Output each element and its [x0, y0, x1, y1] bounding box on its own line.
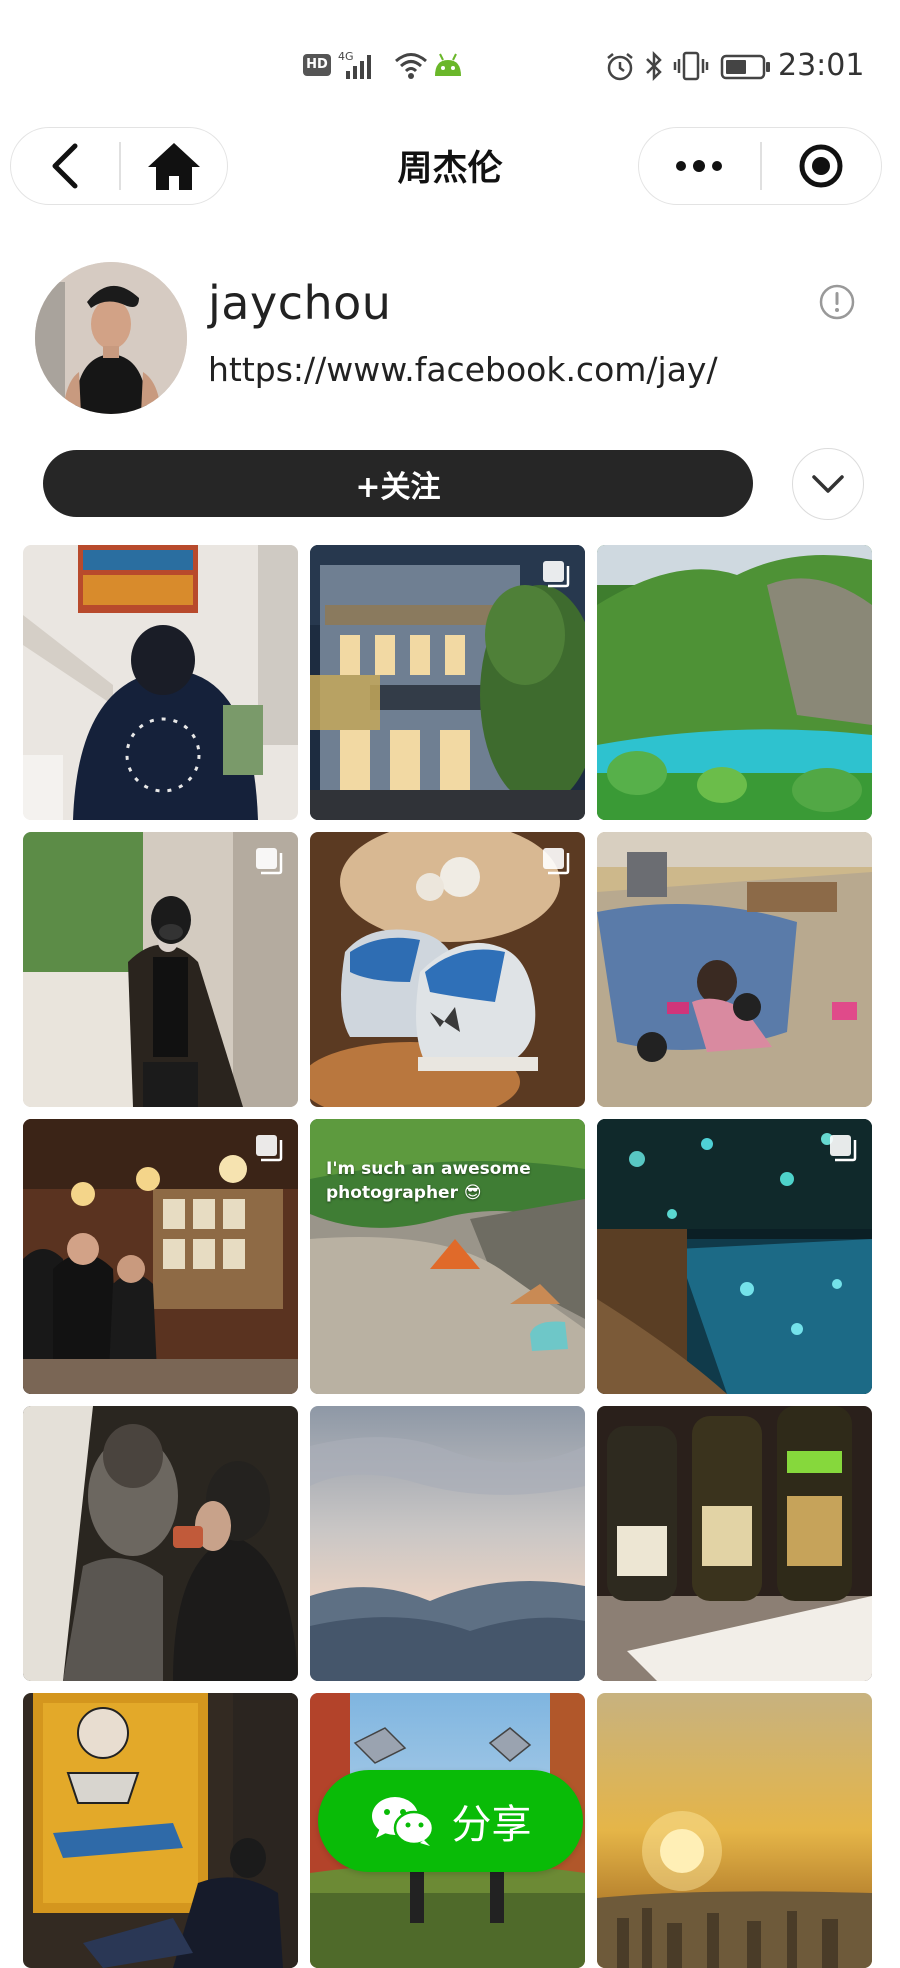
chevron-down-icon — [812, 475, 844, 493]
multiple-photos-icon — [541, 846, 571, 876]
alarm-icon — [605, 52, 635, 86]
ellipsis-icon — [676, 160, 722, 172]
expand-profile-button[interactable] — [792, 448, 864, 520]
signal-icon: 4G — [336, 50, 390, 84]
share-button[interactable]: 分享 — [318, 1770, 583, 1872]
clock: 23:01 — [778, 48, 865, 83]
photo-tile[interactable] — [23, 1406, 298, 1681]
photo-tile[interactable] — [597, 832, 872, 1107]
photo-caption: I'm such an awesome photographer 😎 — [326, 1159, 531, 1203]
bluetooth-icon — [643, 50, 665, 86]
nav-capsule-right — [638, 127, 882, 205]
photo-tile[interactable] — [23, 1693, 298, 1968]
photo-tile[interactable] — [310, 832, 585, 1107]
battery-icon — [720, 54, 772, 84]
multiple-photos-icon — [541, 559, 571, 589]
more-options-button[interactable] — [639, 128, 759, 204]
multiple-photos-icon — [828, 1133, 858, 1163]
vibrate-icon — [672, 51, 710, 85]
network-type: 4G — [338, 50, 354, 63]
hd-badge: HD — [303, 54, 331, 76]
photo-tile[interactable] — [597, 1693, 872, 1968]
wifi-icon — [394, 50, 428, 84]
photo-tile[interactable] — [310, 545, 585, 820]
follow-button[interactable]: +关注 — [43, 450, 753, 517]
wechat-icon — [371, 1797, 434, 1846]
photo-tile[interactable] — [597, 1119, 872, 1394]
share-label: 分享 — [451, 1802, 532, 1848]
photo-tile[interactable] — [310, 1406, 585, 1681]
close-miniprogram-button[interactable] — [762, 128, 880, 204]
info-icon[interactable] — [818, 283, 856, 325]
photo-tile[interactable] — [23, 1119, 298, 1394]
photo-tile[interactable]: I'm such an awesome photographer 😎 — [310, 1119, 585, 1394]
target-icon — [799, 144, 843, 188]
photo-tile[interactable] — [597, 545, 872, 820]
avatar[interactable] — [35, 262, 187, 414]
photo-tile[interactable] — [23, 832, 298, 1107]
profile-url[interactable]: https://www.facebook.com/jay/ — [208, 350, 718, 389]
photo-tile[interactable] — [23, 545, 298, 820]
multiple-photos-icon — [254, 1133, 284, 1163]
android-icon — [432, 50, 464, 82]
profile-username: jaychou — [208, 276, 392, 330]
status-bar: HD 4G 23:01 — [0, 0, 900, 120]
multiple-photos-icon — [254, 846, 284, 876]
photo-tile[interactable] — [597, 1406, 872, 1681]
